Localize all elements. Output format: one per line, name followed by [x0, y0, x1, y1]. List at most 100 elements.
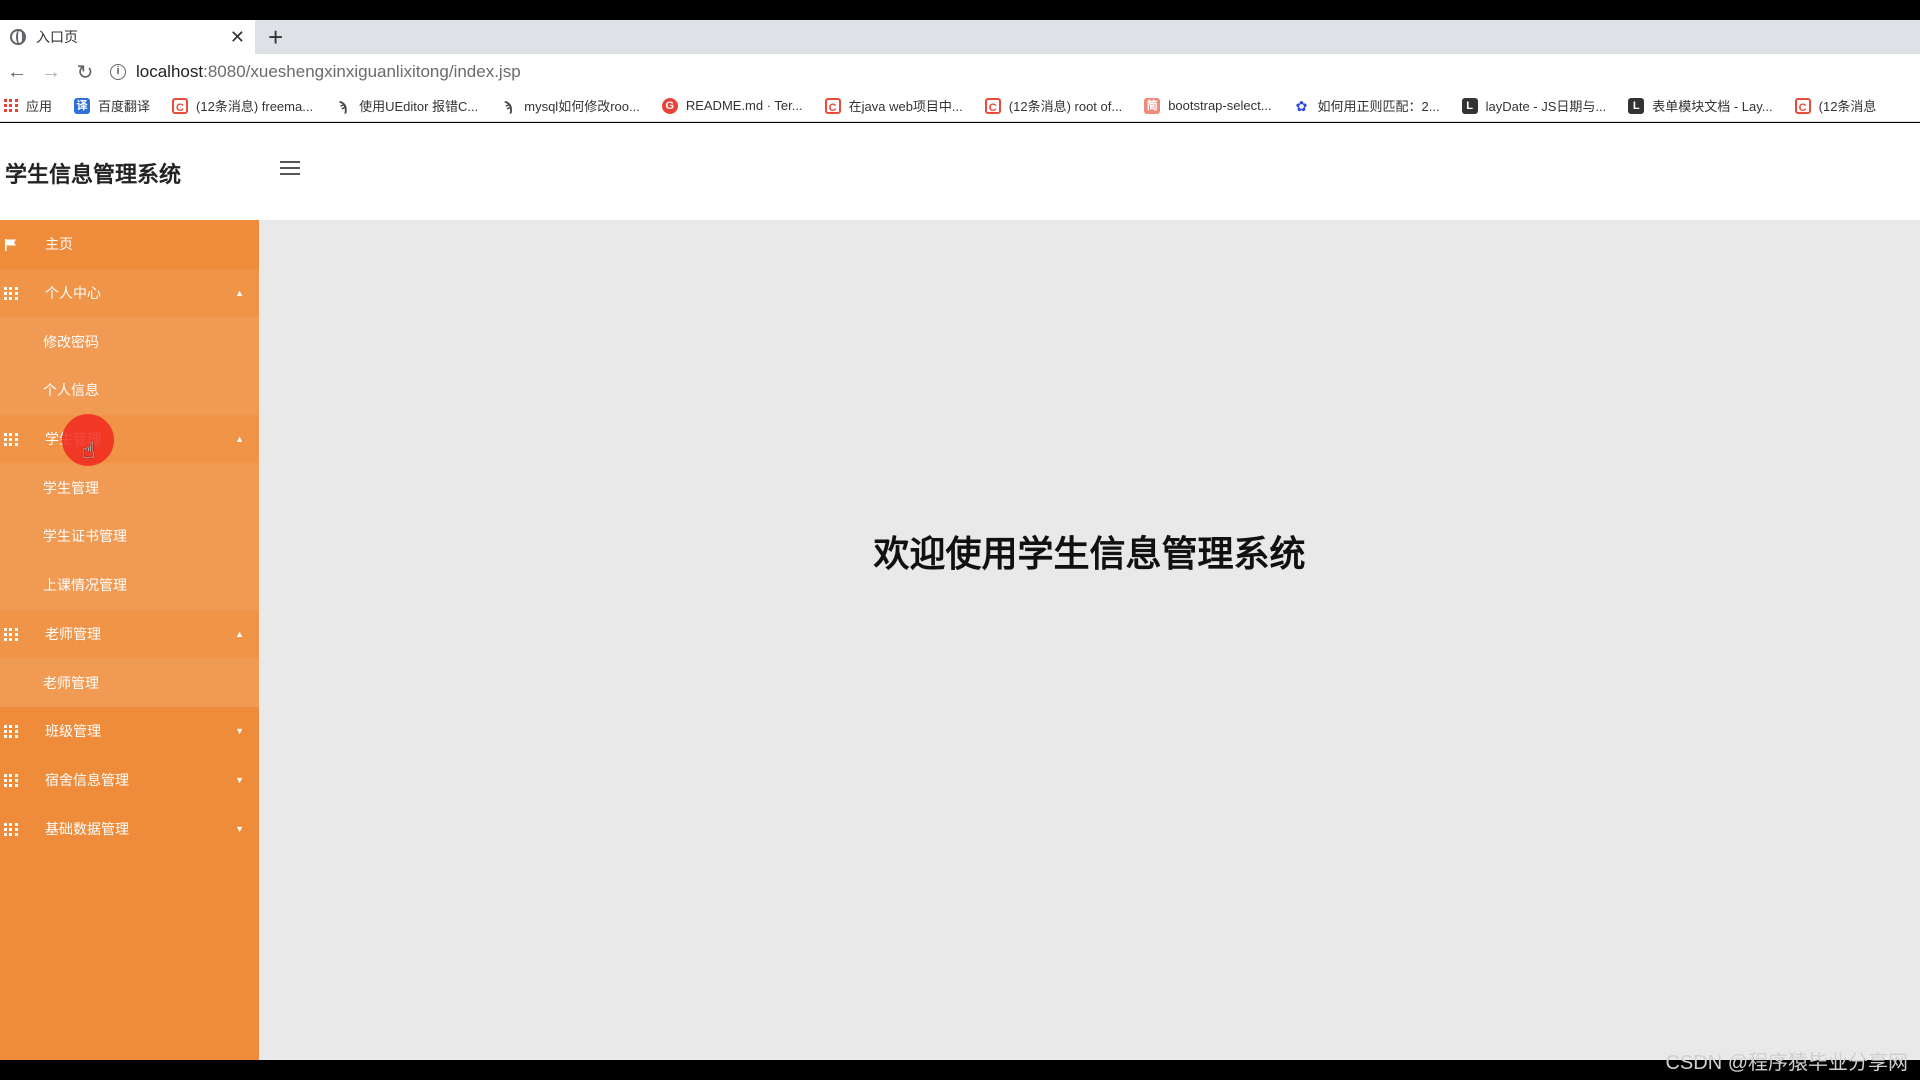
bookmark-item[interactable]: 译百度翻译 [74, 96, 150, 115]
sidebar: 主页 个人中心 ▲ 修改密码 个人信息 学生管理 ▲ 学生管理 学生证书管理 上课情况管理 老师管理… [0, 220, 259, 1060]
bookmark-item[interactable]: 简 bootstrap-select... [1144, 97, 1272, 114]
bookmark-label: (12条消息 [1818, 99, 1877, 114]
bookmark-item[interactable]: C (12条消息) freema... [172, 96, 313, 115]
hamburger-menu-icon[interactable] [280, 161, 300, 177]
bookmark-item[interactable]: C 在java web项目中... [824, 96, 963, 115]
chevron-up-icon: ▲ [235, 434, 244, 445]
bookmark-label: 表单模块文档 - Lay... [1652, 99, 1773, 114]
bookmark-label: mysql如何修改roo... [524, 99, 640, 114]
sidebar-subitem[interactable]: 学生证书管理 [0, 512, 259, 561]
bookmarks-bar: 应用 译百度翻译 C (12条消息) freema... ϡ 使用UEditor 报错C.… [0, 90, 1920, 122]
flag-icon [4, 238, 18, 252]
app-title: 学生信息管理系统 [5, 162, 182, 187]
sidebar-item[interactable]: 老师管理 ▲ [0, 609, 259, 659]
url-host: localhost [136, 62, 204, 81]
url-path: :8080/xueshengxinxiguanlixitong/index.js… [203, 62, 521, 81]
sidebar-item[interactable]: 班级管理 ▼ [0, 706, 259, 756]
grid-icon [4, 822, 18, 836]
bookmark-label: 在java web项目中... [848, 99, 963, 114]
sidebar-item-label: 主页 [45, 236, 73, 253]
translate-icon: 译 [74, 97, 91, 114]
bookmark-label: (12条消息) root of... [1008, 99, 1123, 114]
sidebar-subitem[interactable]: 上课情况管理 [0, 560, 259, 610]
baidu-paw-icon: ✿ [1293, 97, 1310, 114]
tab-title: 入口页 [36, 29, 78, 45]
sidebar-item[interactable]: 学生管理 ▲ [0, 414, 259, 464]
browser-tabstrip: 入口页 ✕ + [0, 20, 1920, 54]
grid-icon [4, 773, 18, 787]
globe-icon [10, 29, 26, 45]
sidebar-item-label: 班级管理 [45, 723, 101, 740]
bookmark-label: README.md · Ter... [685, 98, 803, 113]
sidebar-item-label: 学生管理 [43, 479, 99, 496]
sidebar-item-label: 老师管理 [45, 625, 101, 642]
grid-icon [4, 287, 18, 301]
sidebar-item-label: 上课情况管理 [43, 577, 127, 594]
sidebar-item-label: 个人中心 [45, 285, 101, 302]
back-arrow-icon[interactable]: ← [0, 61, 34, 84]
bookmark-item[interactable]: C (12条消息 [1794, 96, 1877, 115]
sidebar-subitem[interactable]: 个人信息 [0, 366, 259, 415]
sidebar-item-label: 学生证书管理 [43, 528, 127, 545]
bookmark-label: bootstrap-select... [1168, 98, 1272, 113]
layui-icon: L [1628, 97, 1645, 114]
apps-grid-icon [4, 98, 18, 113]
info-icon[interactable]: i [110, 64, 126, 80]
browser-tab[interactable]: 入口页 ✕ [0, 20, 255, 54]
bookmark-item[interactable]: C (12条消息) root of... [984, 96, 1123, 115]
bookmark-item[interactable]: LlayDate - JS日期与... [1461, 96, 1607, 115]
sidebar-item-label: 宿舍信息管理 [45, 771, 129, 788]
csdn-icon: C [172, 97, 189, 114]
sidebar-item-label: 修改密码 [43, 333, 99, 350]
bookmark-item[interactable]: ϡ mysql如何修改roo... [500, 96, 640, 115]
bookmark-item[interactable]: ✿ 如何用正则匹配：2... [1293, 96, 1440, 115]
csdn-icon: C [1794, 97, 1811, 114]
sidebar-item-label: 基础数据管理 [45, 820, 129, 837]
sidebar-subitem[interactable]: 学生管理 [0, 463, 259, 513]
new-tab-button[interactable]: + [268, 22, 283, 53]
sidebar-subitem[interactable]: 老师管理 [0, 658, 259, 707]
app-header: 学生信息管理系统 [0, 123, 1920, 220]
sidebar-item-label: 老师管理 [43, 674, 99, 691]
csdn-icon: C [984, 97, 1001, 114]
screen: 入口页 ✕ + ← → ↻ i localhost:8080/xueshengx… [0, 0, 1920, 1080]
sidebar-item[interactable]: 个人中心 ▲ [0, 268, 259, 318]
bookmark-label: 应用 [26, 99, 53, 114]
grid-icon [4, 725, 18, 739]
gitee-icon: G [661, 97, 678, 114]
bookmark-item[interactable]: 应用 [4, 96, 52, 115]
main-content: 欢迎使用学生信息管理系统 [259, 220, 1920, 1060]
grid-icon [4, 627, 18, 641]
bookmark-item[interactable]: ϡ 使用UEditor 报错C... [335, 96, 478, 115]
browser-toolbar: ← → ↻ i localhost:8080/xueshengxinxiguan… [0, 54, 1920, 90]
chevron-up-icon: ▲ [235, 288, 244, 299]
reload-icon[interactable]: ↻ [68, 60, 102, 85]
bookmark-item[interactable]: G README.md · Ter... [661, 97, 803, 114]
chevron-up-icon: ▲ [235, 628, 244, 639]
grid-icon [4, 433, 18, 447]
sidebar-item[interactable]: 基础数据管理 ▼ [0, 804, 259, 853]
bookmark-label: (12条消息) freema... [196, 99, 314, 114]
sketch-icon: ϡ [500, 97, 517, 114]
sidebar-item-label: 学生管理 [45, 431, 101, 448]
welcome-heading: 欢迎使用学生信息管理系统 [873, 533, 1306, 574]
watermark: CSDN @程序猿毕业分享网 [1665, 1052, 1908, 1074]
chevron-down-icon: ▼ [235, 774, 244, 785]
sidebar-item[interactable]: 主页 [0, 220, 259, 269]
sidebar-item-label: 个人信息 [43, 382, 99, 399]
sidebar-item[interactable]: 宿舍信息管理 ▼ [0, 755, 259, 805]
chevron-down-icon: ▼ [235, 823, 244, 834]
bookmark-label: 如何用正则匹配：2... [1317, 99, 1440, 114]
csdn-icon: C [824, 97, 841, 114]
bookmark-item[interactable]: L 表单模块文档 - Lay... [1628, 96, 1773, 115]
bookmark-label: 使用UEditor 报错C... [359, 99, 479, 114]
sidebar-subitem[interactable]: 修改密码 [0, 317, 259, 367]
jianshu-icon: 简 [1144, 97, 1161, 114]
bookmark-label: layDate - JS日期与... [1485, 99, 1607, 114]
chevron-down-icon: ▼ [235, 726, 244, 737]
close-tab-icon[interactable]: ✕ [230, 27, 245, 48]
layui-icon: L [1461, 97, 1478, 114]
forward-arrow-icon[interactable]: → [34, 61, 68, 84]
bookmark-label: 百度翻译 [98, 99, 151, 114]
address-bar[interactable]: i localhost:8080/xueshengxinxiguanlixito… [110, 57, 1920, 87]
